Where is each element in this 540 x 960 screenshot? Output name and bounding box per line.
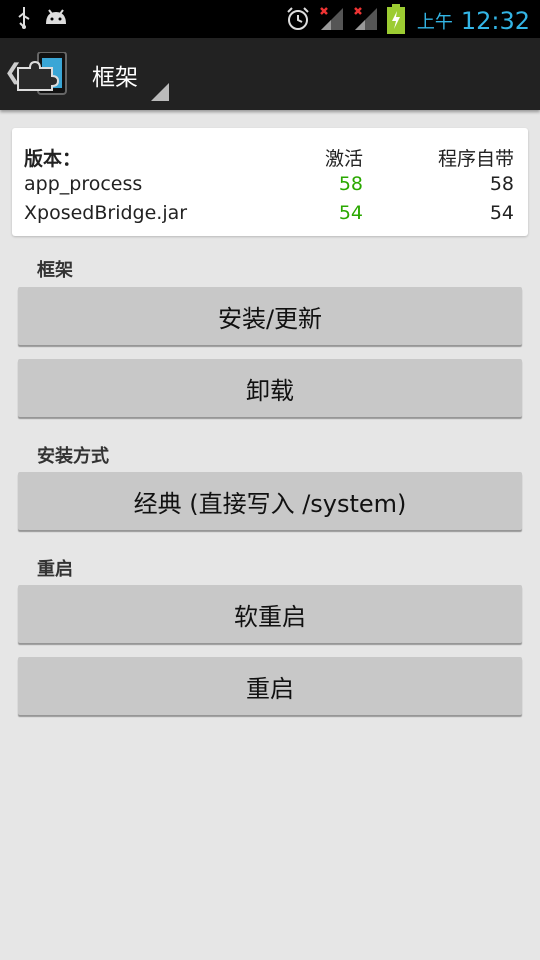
version-row-xposedbridge: XposedBridge.jar 54 54: [12, 202, 528, 230]
status-ampm: 上午: [416, 12, 453, 33]
bundled-version: 54: [489, 202, 514, 224]
install-mode-select[interactable]: 经典 (直接写入 /system): [18, 472, 522, 530]
active-version: 54: [338, 202, 363, 224]
bundled-version: 58: [489, 173, 514, 195]
android-debug-icon: [44, 8, 68, 32]
version-row-app-process: app_process 58 58: [12, 173, 528, 201]
section-framework-title: 框架: [37, 260, 73, 281]
battery-charging-icon: [386, 4, 405, 38]
component-name: app_process: [24, 173, 143, 195]
section-install-mode-title: 安装方式: [37, 446, 109, 467]
component-name: XposedBridge.jar: [24, 202, 188, 224]
section-reboot-title: 重启: [37, 559, 73, 580]
version-card: 版本： 激活 程序自带 app_process 58 58 XposedBrid…: [12, 128, 528, 236]
spinner-triangle-icon[interactable]: [151, 83, 169, 101]
xposed-puzzle-logo-icon[interactable]: [16, 51, 68, 96]
uninstall-button[interactable]: 卸载: [18, 359, 522, 417]
usb-icon: [16, 7, 32, 33]
alarm-icon: [285, 6, 311, 36]
action-bar: ❮ 框架: [0, 38, 540, 110]
status-time: 12:32: [460, 7, 530, 35]
signal-icon: [353, 6, 379, 36]
signal-icon: [319, 6, 345, 36]
active-version: 58: [338, 173, 363, 195]
page-title[interactable]: 框架: [92, 58, 138, 92]
soft-reboot-button[interactable]: 软重启: [18, 585, 522, 643]
status-left: [16, 7, 68, 33]
bundled-column-header: 程序自带: [437, 148, 514, 170]
version-header-row: 版本： 激活 程序自带: [12, 144, 528, 172]
version-label: 版本：: [24, 148, 82, 170]
status-bar: 上午 12:32: [0, 0, 540, 38]
install-update-button[interactable]: 安装/更新: [18, 287, 522, 345]
reboot-button[interactable]: 重启: [18, 657, 522, 715]
active-column-header: 激活: [324, 148, 363, 170]
status-right: 上午 12:32: [285, 4, 530, 38]
